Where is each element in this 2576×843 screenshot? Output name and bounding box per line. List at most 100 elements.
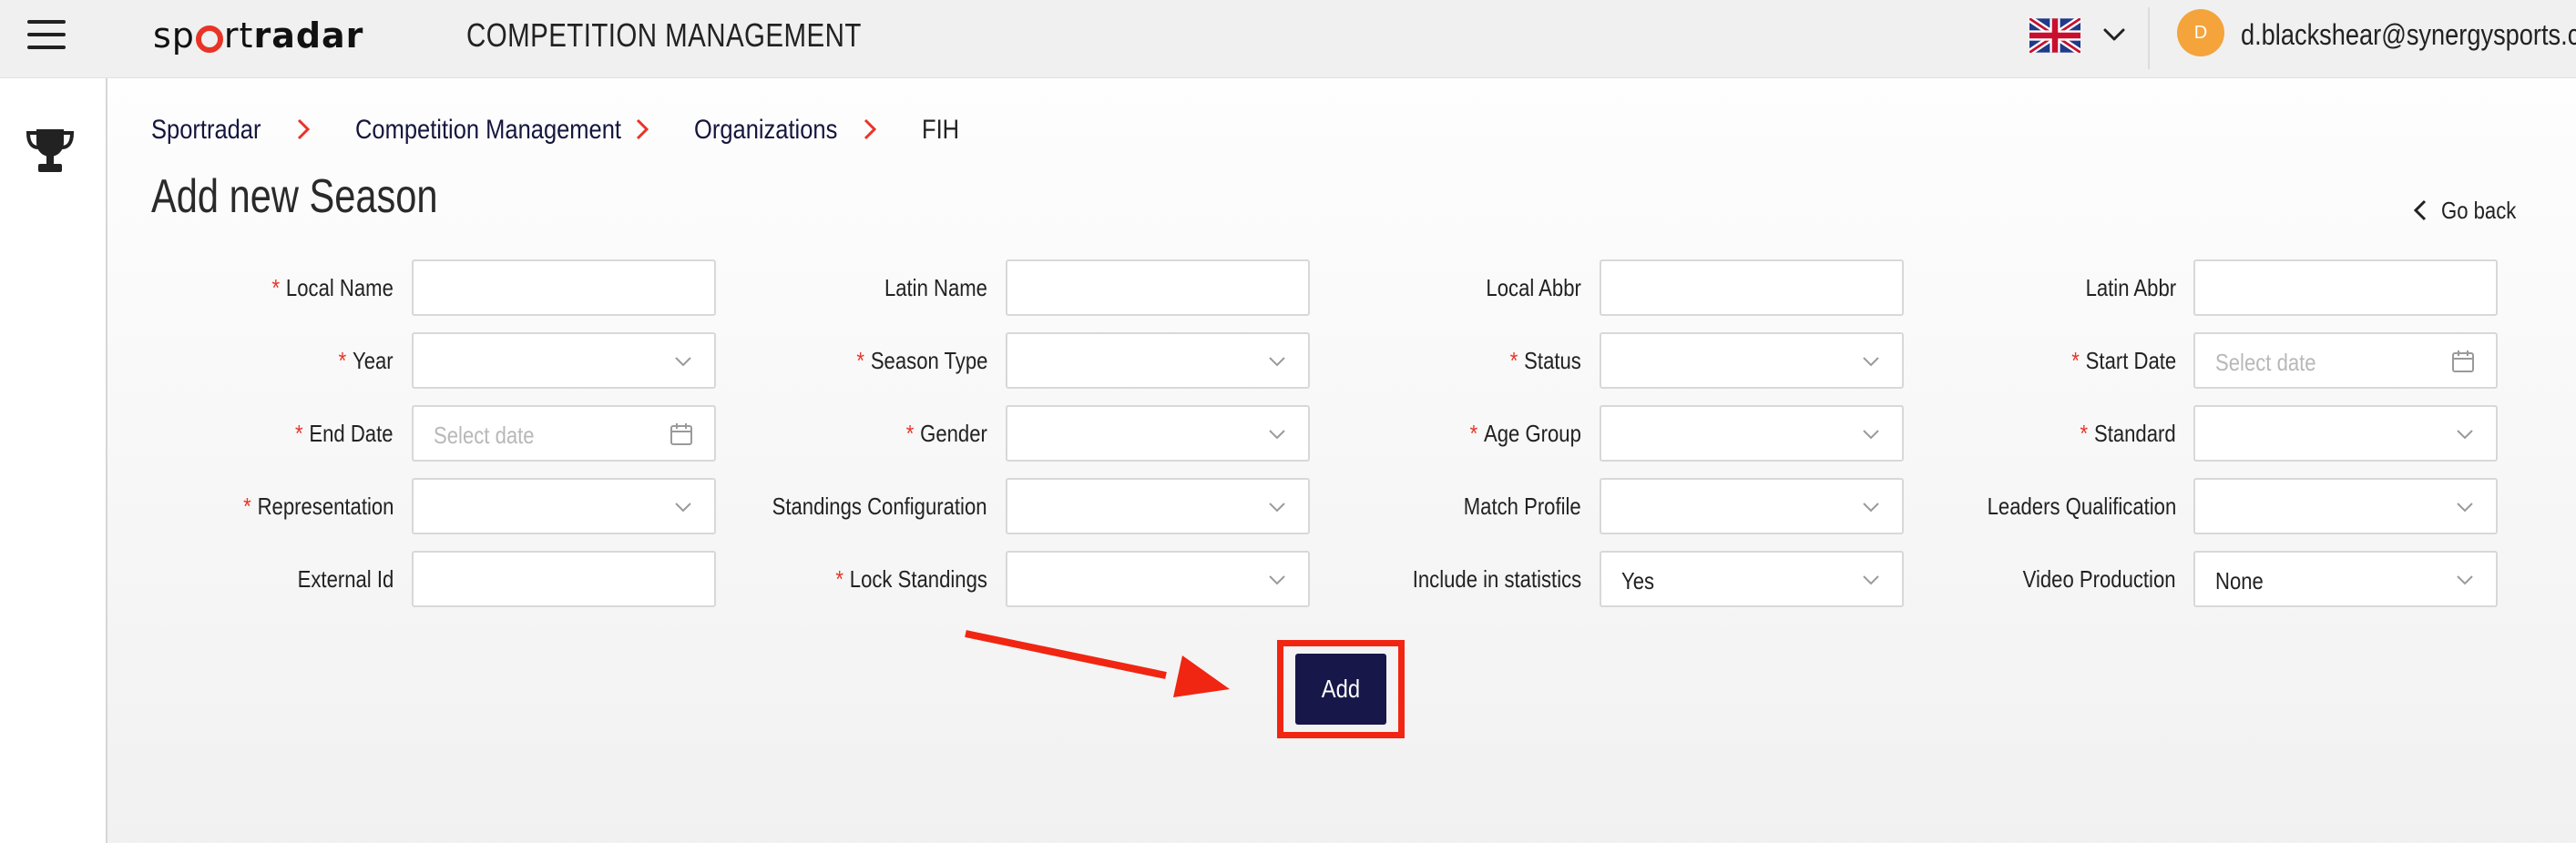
required-asterisk: * (2071, 346, 2080, 374)
chevron-down-icon[interactable] (2454, 496, 2476, 518)
latin-abbr-label-text: Latin Abbr (2085, 273, 2176, 301)
year-label-text: Year (353, 346, 394, 374)
season-type-label-wrap: * Season Type (856, 347, 987, 375)
required-asterisk: * (295, 419, 304, 447)
standings-configuration-label-wrap: Standings Configuration (772, 493, 987, 521)
standings-configuration-label-text: Standings Configuration (772, 492, 987, 520)
year-label: * Year (11, 332, 394, 389)
required-asterisk: * (242, 492, 251, 520)
go-back-link[interactable]: Go back (2412, 195, 2530, 226)
video-production-select[interactable]: None (2193, 551, 2498, 607)
video-production-label-wrap: Video Production (2023, 565, 2176, 594)
page-title: Add new Season (151, 170, 438, 223)
status-label-text: Status (1524, 346, 1581, 374)
end-date-label-text: End Date (309, 419, 394, 447)
lock-standings-label-text: Lock Standings (849, 564, 987, 593)
video-production-value: None (2215, 567, 2264, 594)
start-date-placeholder: Select date (2215, 349, 2316, 376)
breadcrumb-chevron-right-icon (297, 118, 311, 140)
chevron-down-icon[interactable] (2454, 569, 2476, 591)
calendar-icon[interactable] (2450, 349, 2476, 374)
include-in-statistics-label-wrap: Include in statistics (1413, 565, 1581, 594)
standard-label: * Standard (1794, 405, 2176, 462)
standard-select[interactable] (2193, 405, 2498, 462)
leaders-qualification-select[interactable] (2193, 478, 2498, 534)
required-asterisk: * (835, 564, 844, 593)
external-id-label-wrap: External Id (297, 565, 394, 594)
add-button-label: Add (1321, 675, 1361, 703)
gender-label: * Gender (605, 405, 987, 462)
age-group-label: * Age Group (1199, 405, 1581, 462)
match-profile-label-wrap: Match Profile (1464, 493, 1581, 521)
video-production-label-text: Video Production (2023, 564, 2176, 593)
standard-label-text: Standard (2094, 419, 2176, 447)
leaders-qualification-label-text: Leaders Qualification (1987, 492, 2176, 520)
required-asterisk: * (905, 419, 915, 447)
hamburger-menu-icon[interactable] (27, 20, 67, 49)
end-date-label: * End Date (11, 405, 394, 462)
required-asterisk: * (1509, 346, 1518, 374)
leaders-qualification-label-wrap: Leaders Qualification (1987, 493, 2176, 521)
representation-label: * Representation (11, 478, 394, 534)
local-name-label-wrap: * Local Name (272, 274, 394, 302)
include-in-statistics-label: Include in statistics (1199, 551, 1581, 607)
uk-flag-icon[interactable] (2029, 18, 2080, 53)
local-abbr-label-wrap: Local Abbr (1487, 274, 1581, 302)
trophy-icon[interactable] (24, 124, 77, 177)
start-date-label: * Start Date (1794, 332, 2176, 389)
season-type-label: * Season Type (605, 332, 987, 389)
external-id-label-text: External Id (297, 564, 394, 593)
include-in-statistics-label-text: Include in statistics (1412, 564, 1581, 593)
local-name-label: * Local Name (11, 259, 394, 316)
match-profile-label: Match Profile (1199, 478, 1581, 534)
sportradar-logo[interactable]: sportradar (153, 13, 363, 58)
latin-name-label-text: Latin Name (884, 273, 987, 301)
end-date-label-wrap: * End Date (295, 420, 394, 448)
language-chevron-down-icon[interactable] (2101, 24, 2128, 46)
go-back-label: Go back (2441, 196, 2517, 224)
latin-name-label: Latin Name (605, 259, 987, 316)
chevron-down-icon[interactable] (2454, 423, 2476, 445)
season-type-label-text: Season Type (870, 346, 987, 374)
representation-label-text: Representation (257, 492, 394, 520)
start-date-label-wrap: * Start Date (2071, 347, 2176, 375)
breadcrumb-competition-management[interactable]: Competition Management (355, 115, 621, 146)
user-email[interactable]: d.blackshear@synergysports.com (2241, 18, 2576, 52)
chevron-left-icon (2413, 199, 2427, 221)
required-asterisk: * (271, 273, 281, 301)
lock-standings-label: * Lock Standings (605, 551, 987, 607)
local-name-label-text: Local Name (286, 273, 394, 301)
start-date-label-text: Start Date (2085, 346, 2176, 374)
latin-abbr-input[interactable] (2193, 259, 2498, 316)
breadcrumb-sportradar[interactable]: Sportradar (151, 115, 261, 146)
required-asterisk: * (2080, 419, 2089, 447)
end-date-placeholder: Select date (434, 422, 535, 449)
representation-label-wrap: * Representation (243, 493, 394, 521)
local-abbr-label: Local Abbr (1199, 259, 1581, 316)
age-group-label-wrap: * Age Group (1470, 420, 1581, 448)
breadcrumb-chevron-right-icon (864, 118, 877, 140)
user-avatar[interactable]: D (2177, 9, 2224, 56)
top-header: sportradar COMPETITION MANAGEMENT D d.bl… (0, 0, 2576, 78)
year-label-wrap: * Year (339, 347, 394, 375)
include-in-statistics-value: Yes (1621, 567, 1655, 594)
app-title: COMPETITION MANAGEMENT (466, 16, 862, 54)
standings-configuration-label: Standings Configuration (605, 478, 987, 534)
status-label: * Status (1199, 332, 1581, 389)
latin-name-label-wrap: Latin Name (884, 274, 987, 302)
external-id-label: External Id (11, 551, 394, 607)
start-date-date-picker[interactable]: Select date (2193, 332, 2498, 389)
latin-abbr-label-wrap: Latin Abbr (2085, 274, 2176, 302)
breadcrumb-chevron-right-icon (636, 118, 649, 140)
local-abbr-label-text: Local Abbr (1486, 273, 1581, 301)
required-asterisk: * (1469, 419, 1478, 447)
gender-label-text: Gender (920, 419, 987, 447)
annotation-arrow (965, 630, 1230, 697)
video-production-label: Video Production (1794, 551, 2176, 607)
add-button[interactable]: Add (1295, 654, 1386, 725)
breadcrumb-organizations[interactable]: Organizations (694, 115, 837, 146)
lock-standings-label-wrap: * Lock Standings (835, 565, 987, 594)
status-label-wrap: * Status (1510, 347, 1581, 375)
standard-label-wrap: * Standard (2080, 420, 2176, 448)
leaders-qualification-label: Leaders Qualification (1794, 478, 2176, 534)
